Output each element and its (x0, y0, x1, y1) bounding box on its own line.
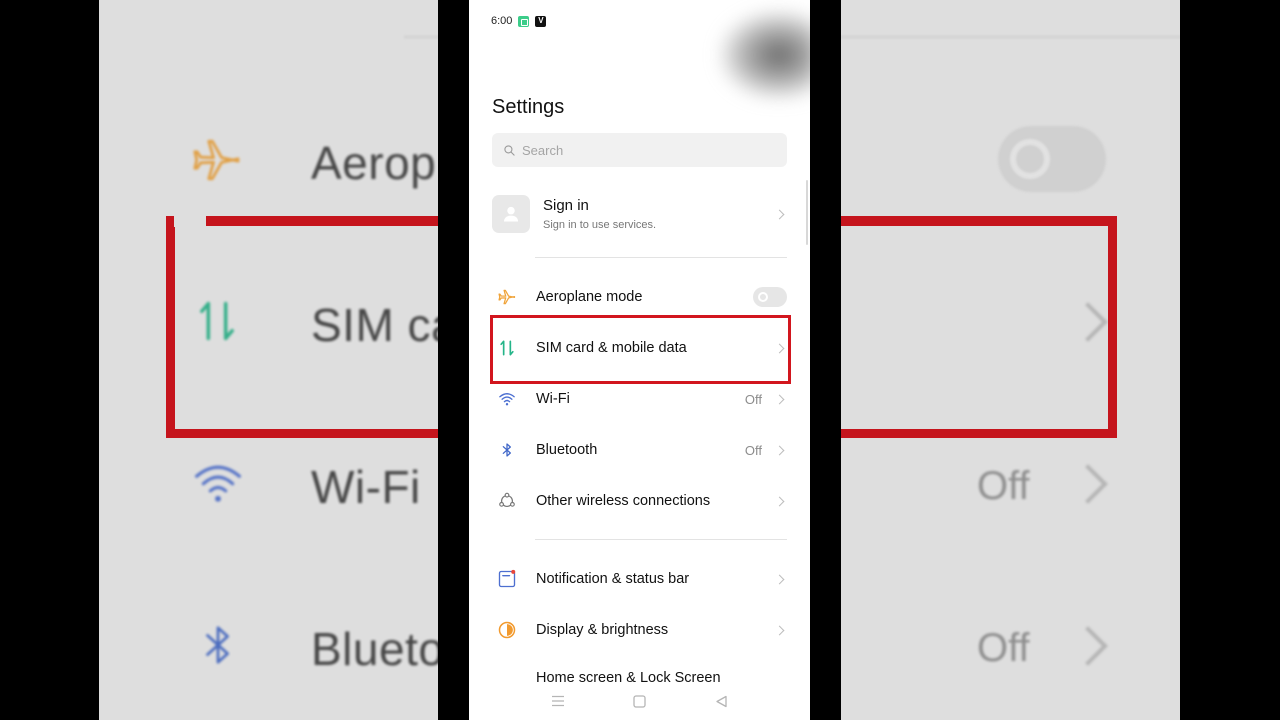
menu-nav-button[interactable] (547, 690, 569, 712)
settings-row-other-wireless[interactable]: Other wireless connections (492, 479, 789, 523)
user-icon (503, 206, 519, 222)
notification-icon (492, 569, 522, 589)
settings-row-display[interactable]: Display & brightness (492, 608, 789, 652)
avatar (492, 195, 530, 233)
menu-icon (551, 695, 564, 707)
back-nav-button[interactable] (711, 690, 733, 712)
settings-row-aeroplane-mode[interactable]: Aeroplane mode (492, 275, 789, 319)
brightness-icon (492, 620, 522, 640)
wifi-icon (492, 390, 522, 408)
video-frame: Aerop SIM ca Wi-Fi Off Blueto Off 6:00 V… (0, 0, 1280, 720)
vpn-app-icon: V (535, 15, 547, 27)
aeroplane-mode-toggle[interactable] (753, 287, 787, 307)
page-title: Settings (492, 96, 565, 118)
search-icon (504, 144, 515, 156)
settings-row-notification[interactable]: Notification & status bar (492, 557, 789, 601)
blurred-overlay (719, 10, 810, 100)
home-square-icon (633, 694, 646, 708)
airplane-icon (492, 287, 522, 307)
section-divider (535, 257, 787, 258)
wireless-connections-icon (492, 491, 522, 511)
row-label: Wi-Fi (536, 391, 570, 407)
sign-in-text: Sign in Sign in to use services. (543, 197, 656, 231)
bluetooth-icon (492, 440, 522, 460)
section-divider (535, 539, 787, 540)
search-bar[interactable] (492, 133, 787, 167)
row-label: Notification & status bar (536, 571, 690, 587)
scroll-indicator (806, 180, 808, 245)
status-time: 6:00 (491, 15, 513, 27)
back-triangle-icon (716, 695, 727, 707)
row-label: Bluetooth (536, 442, 598, 458)
app-notification-icon (518, 15, 530, 27)
settings-row-bluetooth[interactable]: Bluetooth Off (492, 428, 789, 472)
row-label: Other wireless connections (536, 493, 711, 509)
phone-screen: 6:00 V Settings Sign in Sign in to use (469, 0, 810, 720)
highlight-box (490, 315, 791, 384)
chevron-right-icon (774, 445, 785, 455)
search-input[interactable] (522, 142, 762, 158)
chevron-right-icon (774, 209, 785, 219)
home-nav-button[interactable] (629, 690, 651, 712)
status-bar: 6:00 V (491, 13, 547, 29)
sign-in-title: Sign in (543, 197, 589, 214)
chevron-right-icon (774, 496, 785, 506)
sign-in-row[interactable]: Sign in Sign in to use services. (492, 193, 789, 235)
navigation-bar (469, 682, 810, 720)
row-label: Display & brightness (536, 622, 669, 638)
row-label: Aeroplane mode (536, 289, 643, 305)
row-value: Off (744, 442, 762, 458)
row-value: Off (744, 391, 762, 407)
sign-in-subtitle: Sign in to use services. (543, 219, 657, 231)
chevron-right-icon (774, 574, 785, 584)
chevron-right-icon (774, 394, 785, 404)
chevron-right-icon (774, 625, 785, 635)
